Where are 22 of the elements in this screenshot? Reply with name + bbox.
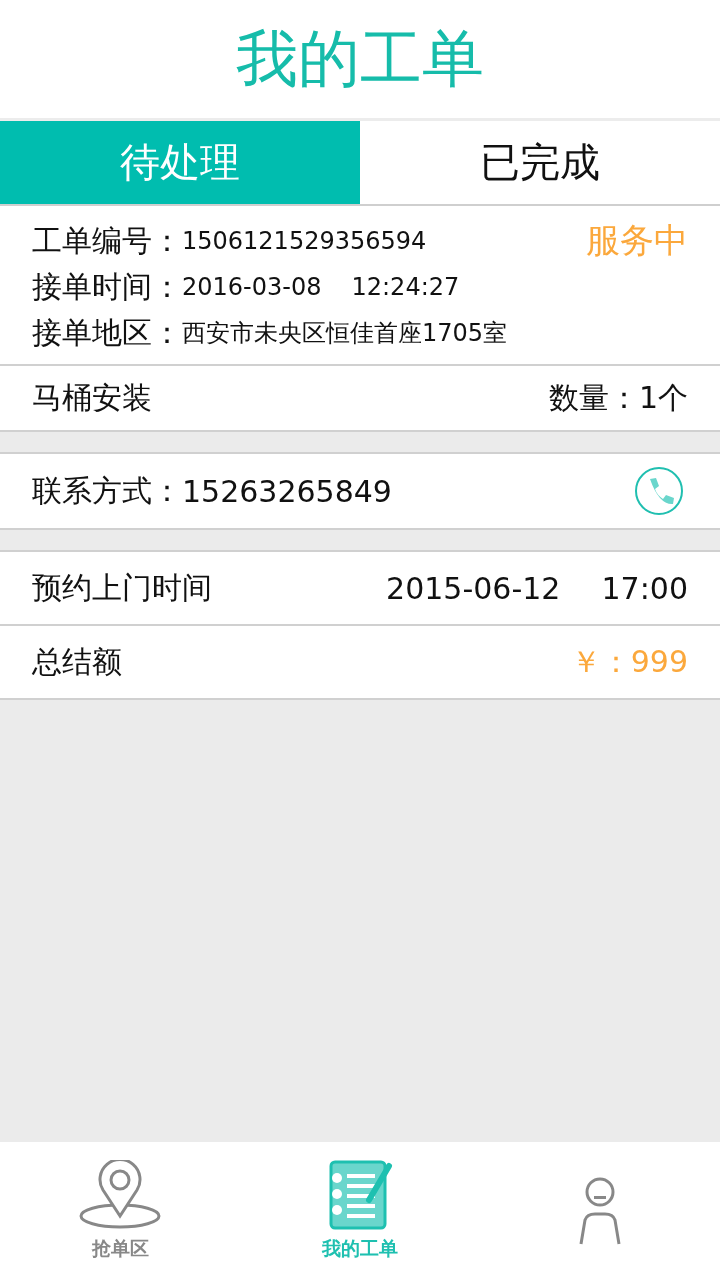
phone-number: 15263265849 [182, 473, 393, 509]
total-label: 总结额 [32, 642, 122, 681]
notebook-icon [327, 1160, 393, 1230]
order-date: 2016-03-08 [182, 273, 322, 301]
order-number: 1506121529356594 [182, 227, 427, 255]
appointment-label: 预约上门时间 [32, 568, 212, 607]
contact-label: 联系方式： [32, 471, 182, 510]
product-name: 马桶安装 [32, 378, 152, 417]
total-amount: ￥：999 [570, 642, 688, 681]
appointment-date: 2015-06-12 [386, 570, 561, 606]
tab[interactable]: 待处理 [0, 121, 360, 204]
page-title: 我的工单 [236, 21, 484, 97]
order-time: 12:24:27 [351, 273, 460, 301]
quantity-text: 数量：1个 [548, 378, 688, 417]
appointment-time: 17:00 [601, 570, 688, 606]
order-address: 西安市未央区恒佳首座1705室 [182, 318, 508, 349]
map-pin-icon [78, 1160, 162, 1230]
field-label: 接单时间： [32, 267, 182, 306]
field-label: 接单地区： [32, 313, 182, 352]
field-label: 工单编号： [32, 221, 182, 260]
status-text: 服务中 [586, 219, 688, 262]
phone-icon[interactable] [634, 466, 684, 516]
